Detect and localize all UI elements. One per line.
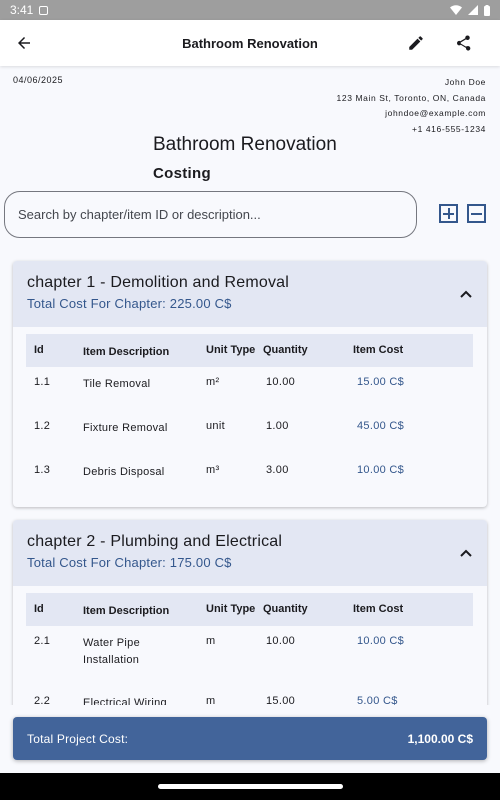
chapter-total: Total Cost For Chapter: 225.00 C$: [27, 296, 232, 311]
status-time: 3:41: [10, 3, 34, 17]
header-description: Item Description: [83, 605, 170, 617]
item-unit: m: [206, 695, 216, 705]
item-id: 2.2: [34, 695, 51, 705]
item-quantity: 10.00: [266, 376, 296, 388]
search-input[interactable]: [18, 207, 403, 222]
item-quantity: 1.00: [266, 420, 289, 432]
pencil-icon: [409, 36, 423, 50]
item-quantity: 3.00: [266, 464, 289, 476]
chapter-card: chapter 2 - Plumbing and Electrical Tota…: [13, 520, 487, 705]
search-field[interactable]: [4, 191, 417, 238]
item-unit: m³: [206, 464, 220, 476]
item-quantity: 10.00: [266, 635, 296, 647]
item-id: 1.3: [34, 464, 51, 476]
chevron-up-icon[interactable]: [459, 546, 473, 560]
item-id: 2.1: [34, 635, 51, 647]
item-description: Tile Removal: [83, 378, 151, 390]
chevron-up-icon[interactable]: [459, 287, 473, 301]
chapter-title: chapter 2 - Plumbing and Electrical: [27, 533, 283, 550]
document-subtitle: Costing: [153, 165, 211, 182]
app-bar: Bathroom Renovation: [0, 20, 500, 66]
chapter-list[interactable]: chapter 1 - Demolition and Removal Total…: [0, 250, 500, 705]
item-cost: 10.00 C$: [357, 635, 405, 647]
contact-email: johndoe@example.com: [385, 108, 486, 118]
minus-icon: [471, 212, 482, 215]
chapter-header[interactable]: chapter 2 - Plumbing and Electrical Tota…: [13, 520, 487, 586]
header-quantity: Quantity: [263, 603, 308, 615]
item-cost: 15.00 C$: [357, 376, 405, 388]
document-title: Bathroom Renovation: [153, 134, 337, 155]
header-cost: Item Cost: [353, 344, 404, 356]
item-quantity: 15.00: [266, 695, 296, 705]
item-description: Debris Disposal: [83, 466, 165, 478]
header-description: Item Description: [83, 346, 170, 358]
chapter-total: Total Cost For Chapter: 175.00 C$: [27, 555, 232, 570]
table-row[interactable]: 2.1 Water Pipe Installation m 10.00 10.0…: [26, 626, 473, 686]
project-total-bar: Total Project Cost: 1,100.00 C$: [13, 717, 487, 760]
table-row[interactable]: 1.2 Fixture Removal unit 1.00 45.00 C$: [26, 411, 473, 455]
item-description: Fixture Removal: [83, 422, 168, 434]
contact-phone: +1 416-555-1234: [412, 123, 486, 134]
item-cost: 5.00 C$: [357, 695, 398, 705]
table-header: Id Item Description Unit Type Quantity I…: [26, 334, 473, 367]
table-row[interactable]: 1.1 Tile Removal m² 10.00 15.00 C$: [26, 367, 473, 411]
battery-icon: [484, 4, 490, 16]
home-gesture-handle[interactable]: [158, 784, 343, 789]
contact-name: John Doe: [444, 77, 486, 87]
document-date: 04/06/2025: [13, 75, 64, 85]
header-id: Id: [34, 603, 44, 615]
item-cost: 45.00 C$: [357, 420, 405, 432]
contact-address: 123 Main St, Toronto, ON, Canada: [336, 92, 486, 103]
header-cost: Item Cost: [353, 603, 404, 615]
header-id: Id: [34, 344, 44, 356]
contact-info: John Doe 123 Main St, Toronto, ON, Canad…: [337, 75, 486, 137]
item-unit: m: [206, 635, 216, 647]
arrow-back-icon: [18, 37, 30, 49]
total-value: 1,100.00 C$: [407, 731, 473, 746]
collapse-all-button[interactable]: [467, 204, 486, 223]
item-description: Electrical Wiring: [83, 697, 167, 705]
item-unit: unit: [206, 420, 225, 432]
edit-button[interactable]: [404, 31, 428, 55]
signal-icon: [468, 5, 478, 15]
back-button[interactable]: [12, 31, 36, 55]
table-row[interactable]: 2.2 Electrical Wiring m 15.00 5.00 C$: [26, 686, 473, 705]
total-label: Total Project Cost:: [27, 731, 129, 746]
expand-all-button[interactable]: [439, 204, 458, 223]
item-unit: m²: [206, 376, 220, 388]
notification-icon: [39, 5, 49, 15]
share-icon: [457, 35, 471, 51]
item-id: 1.2: [34, 420, 51, 432]
share-button[interactable]: [451, 31, 475, 55]
table-row[interactable]: 1.3 Debris Disposal m³ 3.00 10.00 C$: [26, 455, 473, 499]
item-cost: 10.00 C$: [357, 464, 405, 476]
table-header: Id Item Description Unit Type Quantity I…: [26, 593, 473, 626]
status-bar: 3:41: [0, 0, 500, 20]
chapter-header[interactable]: chapter 1 - Demolition and Removal Total…: [13, 261, 487, 327]
items-table: Id Item Description Unit Type Quantity I…: [26, 593, 473, 705]
item-description: Water Pipe Installation: [83, 637, 141, 666]
item-id: 1.1: [34, 376, 51, 388]
items-table: Id Item Description Unit Type Quantity I…: [26, 334, 473, 499]
chapter-title: chapter 1 - Demolition and Removal: [27, 274, 290, 291]
system-nav-bar: [0, 773, 500, 800]
chapter-card: chapter 1 - Demolition and Removal Total…: [13, 261, 487, 507]
wifi-icon: [450, 5, 462, 15]
header-quantity: Quantity: [263, 344, 308, 356]
header-unit: Unit Type: [206, 603, 256, 615]
header-unit: Unit Type: [206, 344, 256, 356]
